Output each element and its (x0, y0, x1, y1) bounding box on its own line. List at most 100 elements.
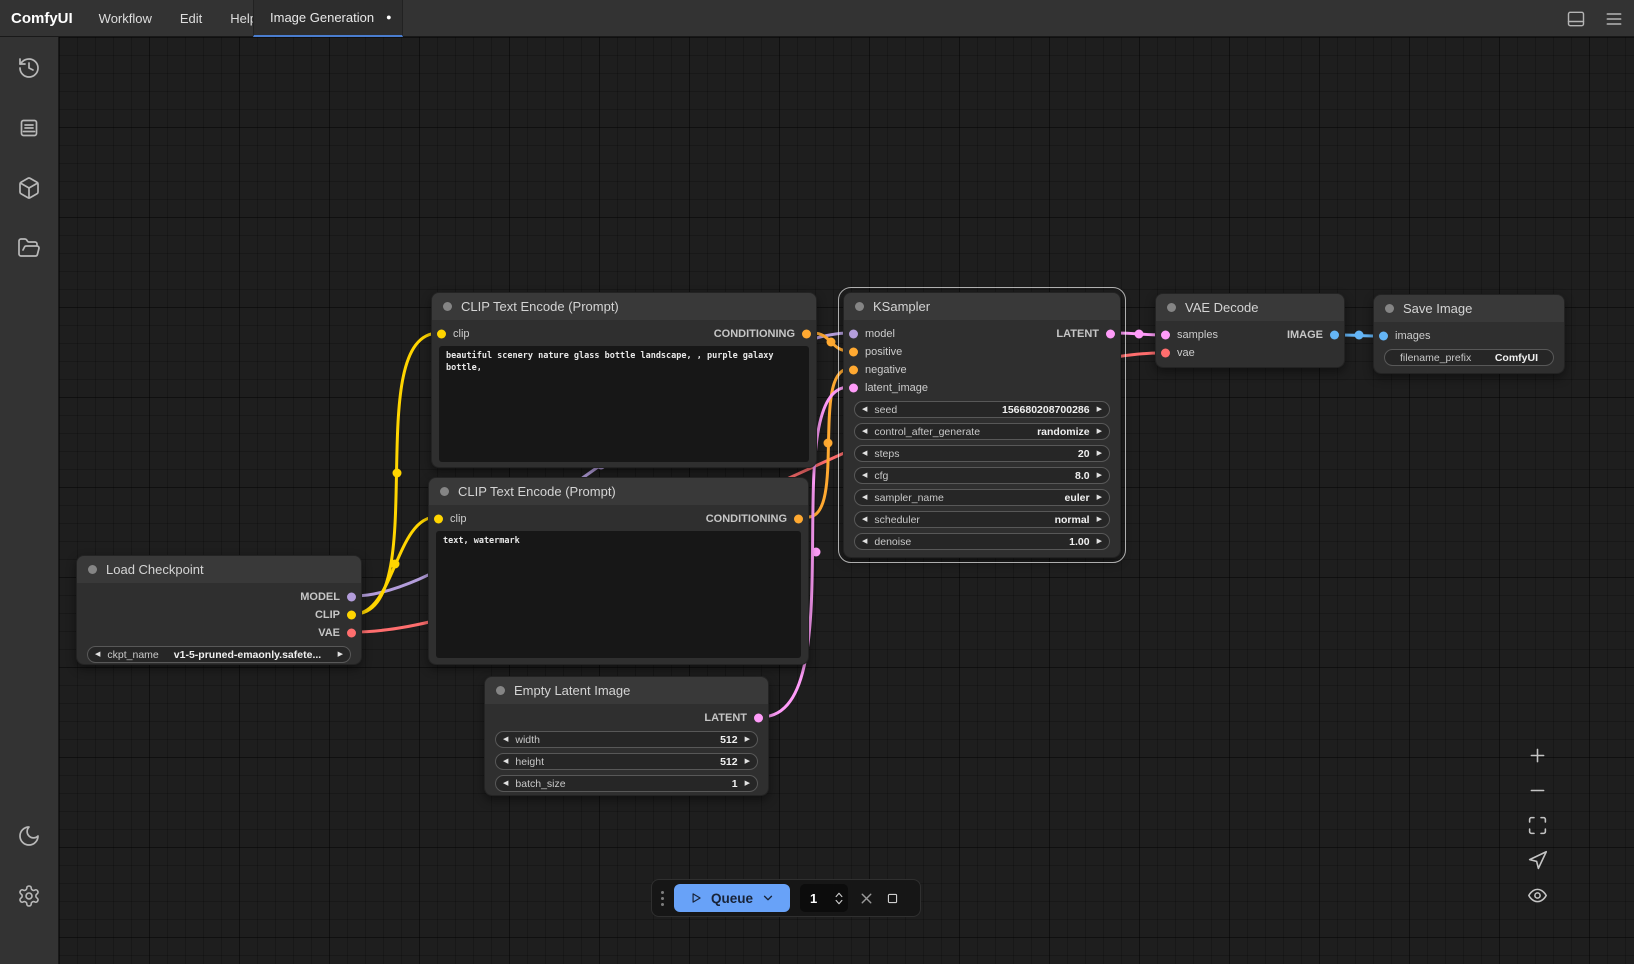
decrement-arrow-icon[interactable]: ◀ (503, 780, 508, 787)
denoise-widget[interactable]: ◀ denoise 1.00 ▶ (854, 533, 1110, 550)
menu-edit[interactable]: Edit (180, 11, 202, 26)
interrupt-stop-icon[interactable] (885, 891, 900, 906)
output-port-vae[interactable] (347, 629, 356, 638)
node-titlebar[interactable]: CLIP Text Encode (Prompt) (429, 478, 808, 505)
decrement-arrow-icon[interactable]: ◀ (862, 428, 867, 435)
prompt-textarea[interactable]: text, watermark (436, 531, 801, 658)
decrement-arrow-icon[interactable]: ◀ (862, 494, 867, 501)
batch-size-widget[interactable]: ◀ batch_size 1 ▶ (495, 775, 758, 792)
steps-widget[interactable]: ◀ steps 20 ▶ (854, 445, 1110, 462)
output-port-latent[interactable] (1106, 330, 1115, 339)
input-port-samples[interactable] (1161, 331, 1170, 340)
node-canvas[interactable]: Load Checkpoint MODEL CLIP VAE ◀ (59, 37, 1634, 964)
node-titlebar[interactable]: KSampler (844, 293, 1120, 320)
workflows-folder-icon[interactable] (17, 236, 41, 260)
queue-icon[interactable] (17, 116, 41, 140)
node-clip-text-encode-positive[interactable]: CLIP Text Encode (Prompt) clip CONDITION… (431, 292, 817, 468)
ckpt-name-widget[interactable]: ◀ ckpt_name v1-5-pruned-emaonly.safete..… (87, 646, 351, 663)
stepper-up-icon[interactable] (834, 891, 844, 898)
node-save-image[interactable]: Save Image images filename_prefix ComfyU… (1373, 294, 1565, 374)
cfg-widget[interactable]: ◀ cfg 8.0 ▶ (854, 467, 1110, 484)
input-port-vae[interactable] (1161, 349, 1170, 358)
collapse-dot-icon[interactable] (1385, 304, 1394, 313)
node-titlebar[interactable]: VAE Decode (1156, 294, 1344, 321)
height-widget[interactable]: ◀ height 512 ▶ (495, 753, 758, 770)
output-port-image[interactable] (1330, 331, 1339, 340)
menu-workflow[interactable]: Workflow (99, 11, 152, 26)
increment-arrow-icon[interactable]: ▶ (745, 758, 750, 765)
output-port-clip[interactable] (347, 611, 356, 620)
collapse-dot-icon[interactable] (855, 302, 864, 311)
increment-arrow-icon[interactable]: ▶ (745, 736, 750, 743)
node-titlebar[interactable]: Empty Latent Image (485, 677, 768, 704)
node-ksampler[interactable]: KSampler model LATENT positive negative (843, 292, 1121, 558)
input-port-model[interactable] (849, 330, 858, 339)
node-vae-decode[interactable]: VAE Decode samples IMAGE vae (1155, 293, 1345, 368)
queue-button[interactable]: Queue (674, 884, 790, 912)
decrement-arrow-icon[interactable]: ◀ (862, 472, 867, 479)
clear-queue-x-icon[interactable] (858, 890, 875, 907)
node-titlebar[interactable]: Save Image (1374, 295, 1564, 322)
drag-handle[interactable] (661, 891, 664, 906)
zoom-out-icon[interactable] (1527, 780, 1548, 801)
widget-name: sampler_name (874, 492, 943, 504)
input-port-latent-image[interactable] (849, 384, 858, 393)
model-library-icon[interactable] (17, 176, 41, 200)
sampler-name-widget[interactable]: ◀ sampler_name euler ▶ (854, 489, 1110, 506)
collapse-dot-icon[interactable] (440, 487, 449, 496)
select-mode-icon[interactable] (1527, 850, 1548, 871)
increment-arrow-icon[interactable]: ▶ (1097, 516, 1102, 523)
input-port-images[interactable] (1379, 332, 1388, 341)
increment-arrow-icon[interactable]: ▶ (1097, 428, 1102, 435)
decrement-arrow-icon[interactable]: ◀ (862, 516, 867, 523)
input-port-clip[interactable] (437, 330, 446, 339)
scheduler-widget[interactable]: ◀ scheduler normal ▶ (854, 511, 1110, 528)
zoom-in-icon[interactable] (1527, 745, 1548, 766)
input-port-clip[interactable] (434, 515, 443, 524)
input-port-negative[interactable] (849, 366, 858, 375)
input-port-positive[interactable] (849, 348, 858, 357)
increment-arrow-icon[interactable]: ▶ (1097, 472, 1102, 479)
fit-view-icon[interactable] (1527, 815, 1548, 836)
node-clip-text-encode-negative[interactable]: CLIP Text Encode (Prompt) clip CONDITION… (428, 477, 809, 665)
output-port-conditioning[interactable] (794, 515, 803, 524)
width-widget[interactable]: ◀ width 512 ▶ (495, 731, 758, 748)
hamburger-menu-icon[interactable] (1604, 9, 1624, 29)
filename-prefix-widget[interactable]: filename_prefix ComfyUI (1384, 349, 1554, 366)
theme-moon-icon[interactable] (17, 824, 41, 848)
increment-arrow-icon[interactable]: ▶ (745, 780, 750, 787)
increment-arrow-icon[interactable]: ▶ (1097, 406, 1102, 413)
node-empty-latent-image[interactable]: Empty Latent Image LATENT ◀ width 512 ▶ … (484, 676, 769, 796)
node-titlebar[interactable]: CLIP Text Encode (Prompt) (432, 293, 816, 320)
increment-arrow-icon[interactable]: ▶ (1097, 538, 1102, 545)
decrement-arrow-icon[interactable]: ◀ (503, 736, 508, 743)
decrement-arrow-icon[interactable]: ◀ (503, 758, 508, 765)
bottom-panel-icon[interactable] (1566, 9, 1586, 29)
output-port-model[interactable] (347, 593, 356, 602)
increment-arrow-icon[interactable]: ▶ (338, 651, 343, 658)
collapse-dot-icon[interactable] (88, 565, 97, 574)
node-load-checkpoint[interactable]: Load Checkpoint MODEL CLIP VAE ◀ (76, 555, 362, 665)
decrement-arrow-icon[interactable]: ◀ (862, 450, 867, 457)
collapse-dot-icon[interactable] (496, 686, 505, 695)
queue-options-chevron-icon[interactable] (761, 891, 775, 905)
workflow-tab[interactable]: Image Generation ● (253, 0, 403, 37)
increment-arrow-icon[interactable]: ▶ (1097, 450, 1102, 457)
output-port-conditioning[interactable] (802, 330, 811, 339)
seed-widget[interactable]: ◀ seed 156680208700286 ▶ (854, 401, 1110, 418)
stepper-down-icon[interactable] (834, 899, 844, 906)
decrement-arrow-icon[interactable]: ◀ (95, 651, 100, 658)
toggle-links-eye-icon[interactable] (1527, 885, 1548, 906)
batch-count-input[interactable]: 1 (800, 884, 848, 912)
decrement-arrow-icon[interactable]: ◀ (862, 538, 867, 545)
control-after-generate-widget[interactable]: ◀ control_after_generate randomize ▶ (854, 423, 1110, 440)
node-titlebar[interactable]: Load Checkpoint (77, 556, 361, 583)
increment-arrow-icon[interactable]: ▶ (1097, 494, 1102, 501)
decrement-arrow-icon[interactable]: ◀ (862, 406, 867, 413)
output-port-latent[interactable] (754, 714, 763, 723)
history-icon[interactable] (17, 56, 41, 80)
collapse-dot-icon[interactable] (443, 302, 452, 311)
collapse-dot-icon[interactable] (1167, 303, 1176, 312)
prompt-textarea[interactable]: beautiful scenery nature glass bottle la… (439, 346, 809, 462)
settings-gear-icon[interactable] (17, 884, 41, 908)
